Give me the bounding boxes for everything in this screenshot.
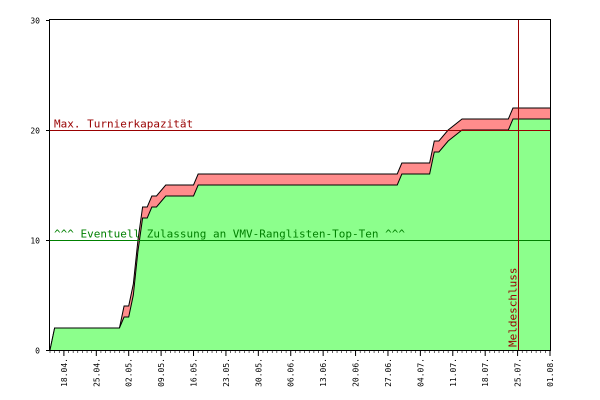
y-tick-label-0: 0 bbox=[35, 347, 40, 356]
x-tick-label-0: 18.04. bbox=[60, 358, 69, 387]
x-tick-label-10: 27.06. bbox=[384, 358, 393, 387]
registration-chart: Max. Turnierkapazität ^^^ Eventuell Zulas… bbox=[0, 0, 600, 400]
y-tick-label-3: 30 bbox=[30, 17, 40, 26]
x-tick-label-9: 20.06. bbox=[352, 358, 361, 387]
reference-label-v-0: Meldeschluss bbox=[507, 268, 520, 347]
x-tick-label-4: 16.05. bbox=[190, 358, 199, 387]
x-tick-label-14: 25.07. bbox=[514, 358, 523, 387]
x-tick-label-6: 30.05. bbox=[254, 358, 263, 387]
x-tick-label-8: 13.06. bbox=[319, 358, 328, 387]
reference-label-h-1: ^^^ Eventuell Zulassung an VMV-Rangliste… bbox=[54, 228, 405, 241]
x-tick-label-3: 09.05. bbox=[157, 358, 166, 387]
x-tick-label-7: 06.06. bbox=[287, 358, 296, 387]
x-tick-label-1: 25.04. bbox=[92, 358, 101, 387]
x-tick-label-11: 04.07. bbox=[416, 358, 425, 387]
x-tick-label-12: 11.07. bbox=[449, 358, 458, 387]
reference-label-h-0: Max. Turnierkapazität bbox=[54, 118, 193, 131]
x-tick-label-13: 18.07. bbox=[481, 358, 490, 387]
y-tick-label-1: 10 bbox=[30, 237, 40, 246]
x-tick-label-2: 02.05. bbox=[125, 358, 134, 387]
x-tick-label-15: 01.08. bbox=[546, 358, 555, 387]
y-tick-label-2: 20 bbox=[30, 127, 40, 136]
x-tick-label-5: 23.05. bbox=[222, 358, 231, 387]
